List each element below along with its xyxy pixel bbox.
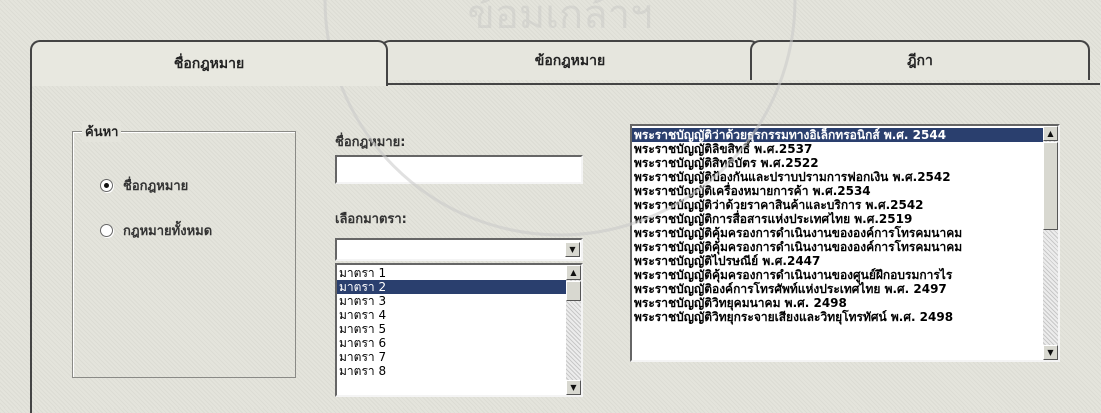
radio-all-laws[interactable]: กฎหมายทั้งหมด	[100, 220, 212, 241]
section-item[interactable]: มาตรา 3	[337, 294, 581, 308]
law-item[interactable]: พระราชบัญญัติเครื่องหมายการค้า พ.ศ.2534	[632, 184, 1058, 198]
tab-law-provisions-label: ข้อกฎหมาย	[534, 53, 606, 69]
chevron-down-icon[interactable]: ▼	[565, 242, 580, 257]
radio-law-name-label: ชื่อกฎหมาย	[123, 179, 189, 194]
tab-law-provisions[interactable]: ข้อกฎหมาย	[380, 40, 760, 80]
section-item[interactable]: มาตรา 1	[337, 266, 581, 280]
section-item[interactable]: มาตรา 4	[337, 308, 581, 322]
law-item[interactable]: พระราชบัญญัติคุ้มครองการดำเนินงานขององค์…	[632, 240, 1058, 254]
section-item[interactable]: มาตรา 5	[337, 322, 581, 336]
law-listbox[interactable]: พระราชบัญญัติว่าด้วยธุรกรรมทางอิเล็กทรอน…	[630, 124, 1060, 362]
section-item-selected[interactable]: มาตรา 2	[337, 280, 581, 294]
section-item[interactable]: มาตรา 7	[337, 350, 581, 364]
law-item[interactable]: พระราชบัญญัติวิทยุคมนาคม พ.ศ. 2498	[632, 296, 1058, 310]
law-item[interactable]: พระราชบัญญัติลิขสิทธิ์ พ.ศ.2537	[632, 142, 1058, 156]
law-item[interactable]: พระราชบัญญัติคุ้มครองการดำเนินงานขององค์…	[632, 226, 1058, 240]
scroll-up-icon[interactable]: ▲	[1043, 126, 1058, 141]
scroll-down-icon[interactable]: ▼	[566, 380, 581, 395]
law-item[interactable]: พระราชบัญญัติสิทธิบัตร พ.ศ.2522	[632, 156, 1058, 170]
scroll-down-icon[interactable]: ▼	[1043, 345, 1058, 360]
tab-law-name-label: ชื่อกฎหมาย	[173, 56, 245, 72]
watermark-text: ข้อมเกล้าฯ	[467, 0, 652, 38]
search-group-title: ค้นหา	[82, 121, 122, 142]
law-item[interactable]: พระราชบัญญัติว่าด้วยราคาสินค้าและบริการ …	[632, 198, 1058, 212]
law-scrollbar[interactable]: ▲ ▼	[1043, 126, 1058, 360]
law-item[interactable]: พระราชบัญญัติวิทยุกระจายเสียงและวิทยุโทร…	[632, 310, 1058, 324]
section-scrollbar[interactable]: ▲ ▼	[566, 265, 581, 395]
tab-supreme-court[interactable]: ฎีกา	[750, 40, 1090, 80]
tab-law-name[interactable]: ชื่อกฎหมาย	[30, 40, 388, 86]
radio-all-laws-label: กฎหมายทั้งหมด	[123, 224, 213, 239]
tab-supreme-court-label: ฎีกา	[907, 53, 933, 69]
section-label: เลือกมาตรา:	[335, 212, 407, 227]
law-item[interactable]: พระราชบัญญัติป้องกันและปราบปรามการฟอกเงิ…	[632, 170, 1058, 184]
radio-all-laws-indicator[interactable]	[100, 224, 113, 237]
law-item[interactable]: พระราชบัญญัติคุ้มครองการดำเนินงานของศูนย…	[632, 268, 1058, 282]
scroll-up-icon[interactable]: ▲	[566, 265, 581, 280]
law-item[interactable]: พระราชบัญญัติการสื่อสารแห่งประเทศไทย พ.ศ…	[632, 212, 1058, 226]
law-name-label: ชื่อกฎหมาย:	[335, 135, 406, 150]
section-listbox[interactable]: มาตรา 1 มาตรา 2 มาตรา 3 มาตรา 4 มาตรา 5 …	[335, 263, 583, 397]
search-groupbox	[72, 131, 296, 378]
radio-law-name[interactable]: ชื่อกฎหมาย	[100, 175, 188, 196]
law-scroll-thumb[interactable]	[1043, 142, 1058, 230]
law-item-selected[interactable]: พระราชบัญญัติว่าด้วยธุรกรรมทางอิเล็กทรอน…	[632, 128, 1058, 142]
tab-strip: ชื่อกฎหมาย ข้อกฎหมาย ฎีกา	[30, 40, 1090, 86]
law-item[interactable]: พระราชบัญญัติไปรษณีย์ พ.ศ.2447	[632, 254, 1058, 268]
section-scroll-thumb[interactable]	[566, 281, 581, 301]
section-item[interactable]: มาตรา 8	[337, 364, 581, 378]
section-item[interactable]: มาตรา 6	[337, 336, 581, 350]
section-combo[interactable]: ▼	[335, 238, 583, 261]
law-item[interactable]: พระราชบัญญัติองค์การโทรศัพท์แห่งประเทศไท…	[632, 282, 1058, 296]
radio-law-name-indicator[interactable]	[100, 179, 113, 192]
law-list-items: พระราชบัญญัติว่าด้วยธุรกรรมทางอิเล็กทรอน…	[632, 126, 1058, 324]
law-name-input[interactable]	[335, 155, 583, 184]
section-list-items: มาตรา 1 มาตรา 2 มาตรา 3 มาตรา 4 มาตรา 5 …	[337, 265, 581, 378]
